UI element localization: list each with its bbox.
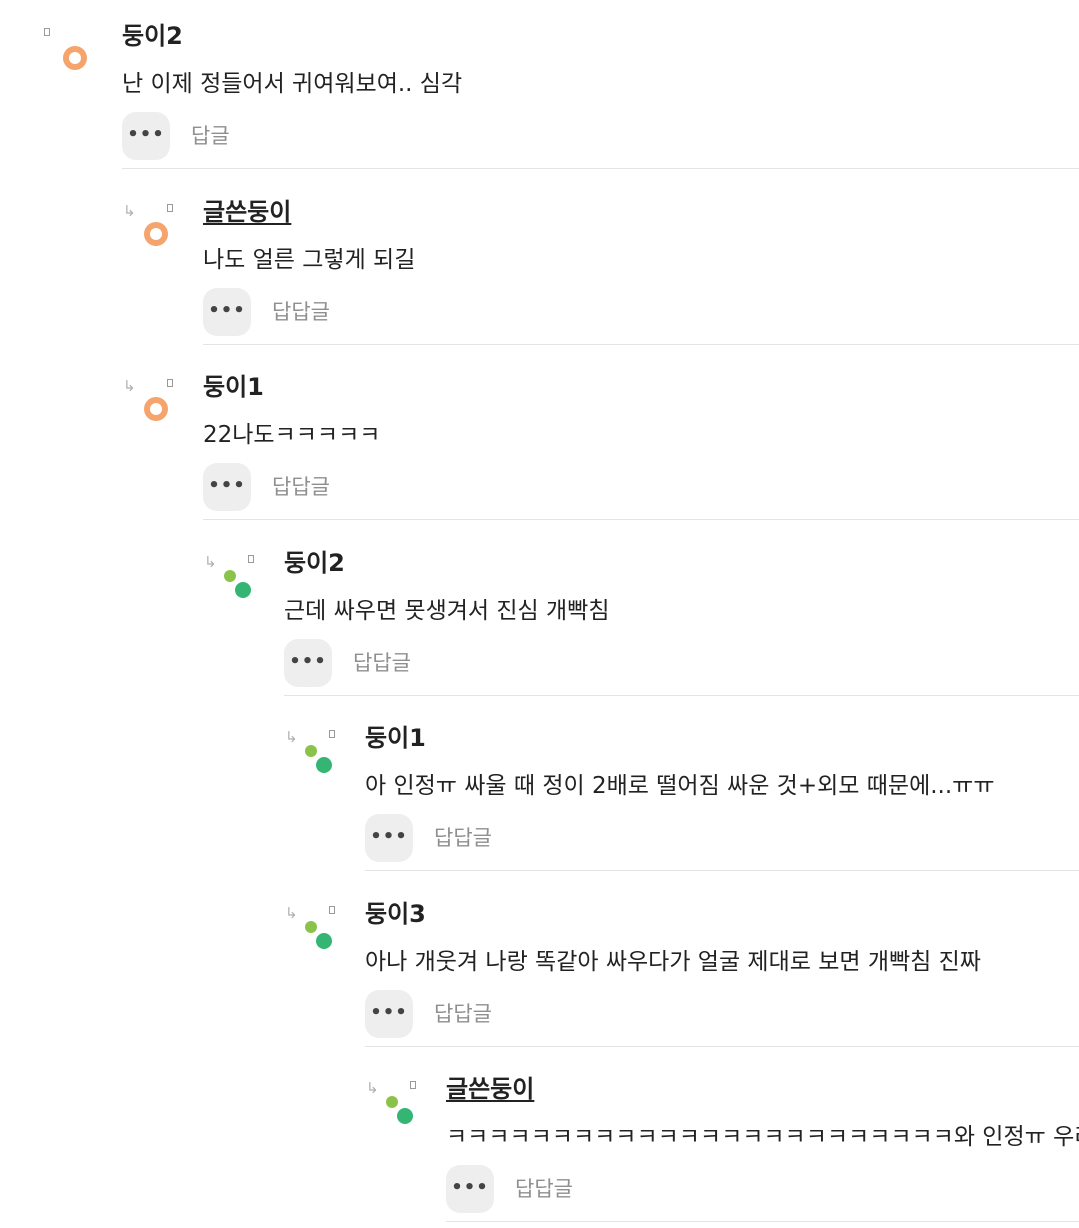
- avatar: [141, 394, 171, 424]
- status-marker-icon: [329, 906, 335, 914]
- avatar: [60, 43, 90, 73]
- status-marker-icon: [167, 379, 173, 387]
- comment-divider: [203, 344, 1079, 345]
- comment-author: 둥이2: [122, 22, 183, 50]
- more-options-icon: •••: [208, 300, 246, 321]
- avatar: [141, 219, 171, 249]
- comment-divider: [284, 695, 1079, 696]
- comment-thread: 둥이2 난 이제 정들어서 귀여워보여.. 심각 ••• 답글 ↳ 글쓴둥이 나도 얼른 그…: [0, 0, 1079, 1222]
- more-options-icon: •••: [451, 1177, 489, 1198]
- reply-button[interactable]: 답답글: [353, 650, 411, 676]
- status-marker-icon: [167, 204, 173, 212]
- comment-item: 둥이2 난 이제 정들어서 귀여워보여.. 심각 ••• 답글: [0, 0, 1079, 175]
- comment-text: 근데 싸우면 못생겨서 진심 개빡침: [284, 598, 610, 624]
- comment-divider: [365, 870, 1079, 871]
- comment-text: 아 인정ㅠ 싸울 때 정이 2배로 떨어짐 싸운 것+외모 때문에...ㅠㅠ: [365, 773, 995, 799]
- reply-button[interactable]: 답답글: [434, 1001, 492, 1027]
- status-marker-icon: [44, 28, 50, 36]
- comment-divider: [122, 168, 1079, 169]
- comment-item: ↳ 글쓴둥이나도 얼른 그렇게 되길 ••• 답답글: [0, 176, 1079, 351]
- comment-text: ㅋㅋㅋㅋㅋㅋㅋㅋㅋㅋㅋㅋㅋㅋㅋㅋㅋㅋㅋㅋㅋㅋㅋㅋ와 인정ㅠ 우리: [446, 1124, 1079, 1150]
- more-options-button[interactable]: •••: [203, 463, 251, 511]
- reply-arrow-icon: ↳: [204, 553, 217, 571]
- reply-arrow-icon: ↳: [366, 1079, 379, 1097]
- comment-divider: [365, 1046, 1079, 1047]
- comment-author: 둥이1: [203, 373, 264, 401]
- comment-item: ↳ 둥이3 아나 개웃겨 나랑 똑같아 싸우다가 얼굴 제대로 보면 개빡침 진짜 •…: [0, 878, 1079, 1053]
- more-options-button[interactable]: •••: [203, 288, 251, 336]
- more-options-icon: •••: [289, 651, 327, 672]
- status-marker-icon: [410, 1081, 416, 1089]
- more-options-icon: •••: [370, 826, 408, 847]
- comment-text: 난 이제 정들어서 귀여워보여.. 심각: [122, 71, 463, 97]
- more-options-icon: •••: [208, 475, 246, 496]
- status-marker-icon: [248, 555, 254, 563]
- comment-item: ↳ 글쓴둥이 ㅋㅋㅋㅋㅋㅋㅋㅋㅋㅋㅋㅋㅋㅋㅋㅋㅋㅋㅋㅋㅋㅋㅋㅋ와 인정ㅠ 우리 •••…: [0, 1053, 1079, 1228]
- more-options-icon: •••: [127, 124, 165, 145]
- reply-button[interactable]: 답답글: [515, 1176, 573, 1202]
- comment-text: 아나 개웃겨 나랑 똑같아 싸우다가 얼굴 제대로 보면 개빡침 진짜: [365, 949, 981, 975]
- reply-button[interactable]: 답답글: [272, 474, 330, 500]
- more-options-button[interactable]: •••: [284, 639, 332, 687]
- reply-arrow-icon: ↳: [285, 728, 298, 746]
- comment-item: ↳ 둥이1 아 인정ㅠ 싸울 때 정이 2배로 떨어짐 싸운 것+외모 때문에...…: [0, 702, 1079, 877]
- more-options-button[interactable]: •••: [122, 112, 170, 160]
- status-marker-icon: [329, 730, 335, 738]
- avatar: [222, 568, 252, 598]
- more-options-icon: •••: [370, 1002, 408, 1023]
- comment-text: 22나도ㅋㅋㅋㅋㅋ: [203, 422, 381, 448]
- comment-text: 나도 얼른 그렇게 되길: [203, 247, 416, 273]
- comment-divider: [203, 519, 1079, 520]
- comment-item: ↳ 둥이2 근데 싸우면 못생겨서 진심 개빡침 ••• 답답글: [0, 527, 1079, 702]
- comment-author: 둥이2: [284, 549, 345, 577]
- reply-arrow-icon: ↳: [285, 904, 298, 922]
- more-options-button[interactable]: •••: [365, 814, 413, 862]
- reply-button[interactable]: 답답글: [434, 825, 492, 851]
- comment-item: ↳ 둥이1 22나도ㅋㅋㅋㅋㅋ ••• 답답글: [0, 351, 1079, 526]
- avatar: [303, 919, 333, 949]
- comment-author: 둥이1: [365, 724, 426, 752]
- comment-author: 글쓴둥이: [446, 1075, 535, 1103]
- reply-button[interactable]: 답답글: [272, 299, 330, 325]
- avatar: [384, 1094, 414, 1124]
- comment-author: 둥이3: [365, 900, 426, 928]
- reply-arrow-icon: ↳: [123, 202, 136, 220]
- reply-arrow-icon: ↳: [123, 377, 136, 395]
- comment-divider: [446, 1221, 1079, 1222]
- reply-button[interactable]: 답글: [191, 123, 230, 149]
- more-options-button[interactable]: •••: [365, 990, 413, 1038]
- avatar: [303, 743, 333, 773]
- comment-author: 글쓴둥이: [203, 198, 292, 226]
- more-options-button[interactable]: •••: [446, 1165, 494, 1213]
